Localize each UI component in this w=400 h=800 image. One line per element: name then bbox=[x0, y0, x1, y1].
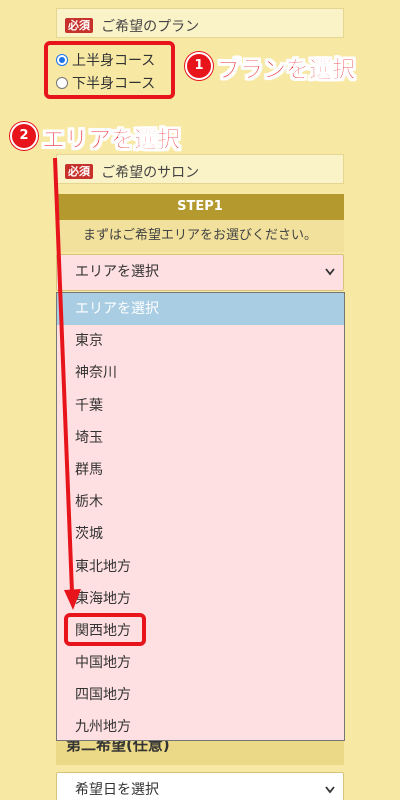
annotation-arrow bbox=[53, 157, 81, 610]
chevron-down-icon bbox=[325, 773, 335, 800]
date-select[interactable]: 希望日を選択 bbox=[56, 772, 344, 800]
date-select-value: 希望日を選択 bbox=[75, 782, 159, 798]
